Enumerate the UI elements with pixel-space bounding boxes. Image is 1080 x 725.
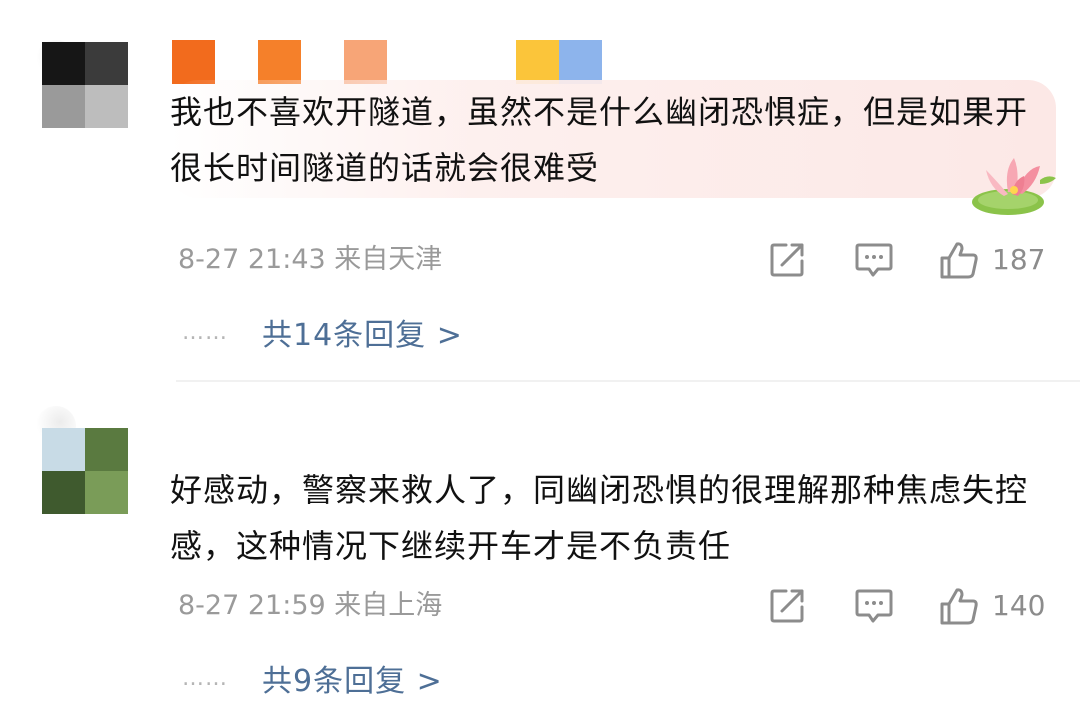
- comment-button[interactable]: [854, 240, 894, 280]
- name-mosaic-block: [516, 40, 559, 84]
- avatar-block: [85, 471, 128, 514]
- name-mosaic-block: [344, 40, 387, 84]
- comment-icon: [855, 589, 893, 623]
- thumbs-up-icon: [940, 242, 978, 279]
- replies-row: …… 共9条回复 >: [182, 656, 443, 700]
- name-mosaic-block: [258, 40, 301, 84]
- avatar-block: [42, 471, 85, 514]
- comment-meta: 8-27 21:43 来自天津 187: [178, 240, 1048, 280]
- avatar-block: [42, 42, 85, 85]
- like-button[interactable]: 140: [938, 586, 1045, 626]
- name-mosaic-block: [559, 40, 602, 84]
- avatar[interactable]: [42, 42, 128, 128]
- avatar-block: [85, 85, 128, 128]
- name-mosaic-block: [172, 40, 215, 84]
- avatar-block: [42, 85, 85, 128]
- thumbs-up-icon: [940, 588, 978, 625]
- view-replies-link[interactable]: 共14条回复 >: [262, 310, 463, 354]
- share-icon: [770, 589, 804, 623]
- share-icon: [770, 243, 804, 277]
- comment-body: 好感动，警察来救人了，同幽闭恐惧的很理解那种焦虑失控感，这种情况下继续开车才是不…: [170, 462, 1050, 574]
- avatar-block: [42, 428, 85, 471]
- avatar[interactable]: [42, 428, 128, 514]
- comment-text: 好感动，警察来救人了，同幽闭恐惧的很理解那种焦虑失控感，这种情况下继续开车才是不…: [170, 471, 1029, 565]
- share-button[interactable]: [768, 240, 806, 280]
- timestamp-location: 8-27 21:43 来自天津: [178, 244, 443, 275]
- username-redacted[interactable]: [172, 40, 612, 84]
- comment-icon: [855, 243, 893, 277]
- ellipsis: ……: [182, 319, 228, 345]
- ellipsis: ……: [182, 665, 228, 691]
- view-replies-link[interactable]: 共9条回复 >: [262, 656, 443, 700]
- comment-body: 我也不喜欢开隧道，虽然不是什么幽闭恐惧症，但是如果开很长时间隧道的话就会很难受: [170, 84, 1050, 196]
- timestamp-location: 8-27 21:59 来自上海: [178, 590, 443, 621]
- comment-button[interactable]: [854, 586, 894, 626]
- like-count: 140: [992, 589, 1046, 622]
- comment-meta: 8-27 21:59 来自上海 140: [178, 586, 1048, 626]
- avatar-block: [85, 428, 128, 471]
- lotus-icon: [972, 158, 1056, 215]
- like-count: 187: [992, 243, 1046, 276]
- comment-item: 我也不喜欢开隧道，虽然不是什么幽闭恐惧症，但是如果开很长时间隧道的话就会很难受 …: [0, 0, 1080, 380]
- replies-row: …… 共14条回复 >: [182, 310, 463, 354]
- comment-item: 好感动，警察来救人了，同幽闭恐惧的很理解那种焦虑失控感，这种情况下继续开车才是不…: [0, 382, 1080, 725]
- comment-text: 我也不喜欢开隧道，虽然不是什么幽闭恐惧症，但是如果开很长时间隧道的话就会很难受: [170, 93, 1029, 187]
- share-button[interactable]: [768, 586, 806, 626]
- avatar-block: [85, 42, 128, 85]
- like-button[interactable]: 187: [938, 240, 1045, 280]
